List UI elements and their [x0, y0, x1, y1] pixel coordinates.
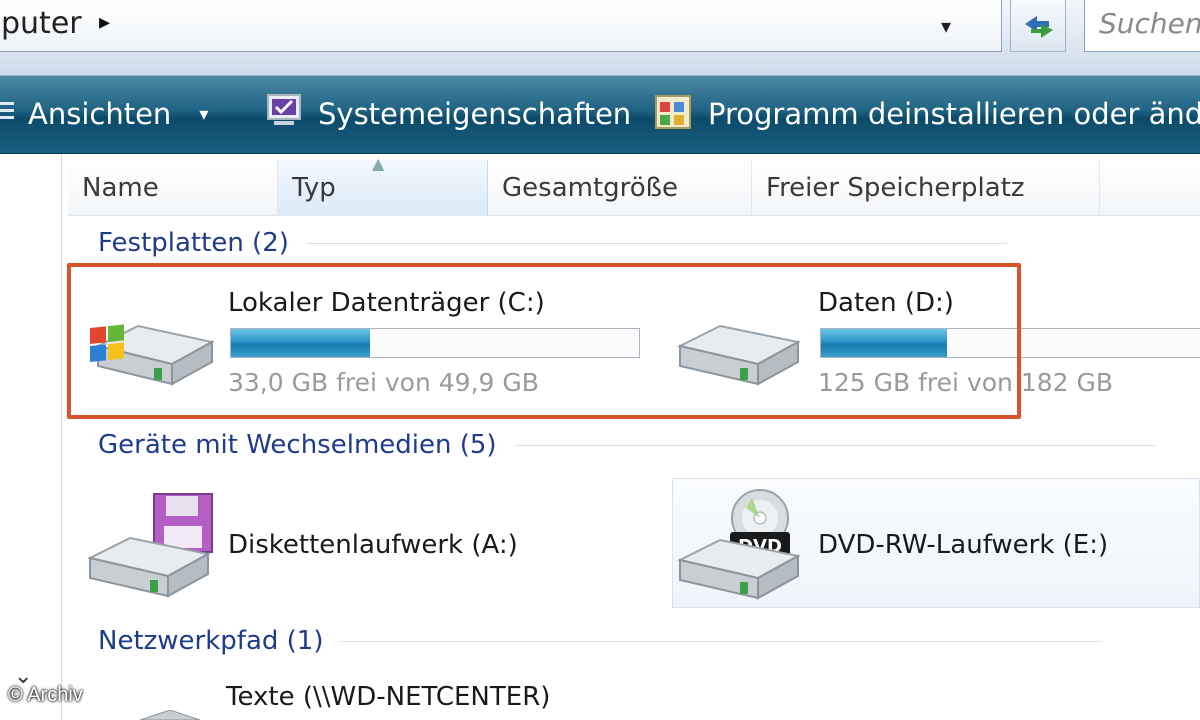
group-header-network-location[interactable]: Netzwerkpfad (1)	[98, 626, 1102, 656]
group-header-hard-disks[interactable]: Festplatten (2)	[98, 228, 1007, 258]
column-header-name[interactable]: Name	[68, 160, 278, 216]
floppy-drive-icon	[87, 493, 213, 598]
group-header-removable-media[interactable]: Geräte mit Wechselmedien (5)	[98, 430, 1155, 460]
search-input[interactable]: Suchen	[1084, 0, 1200, 52]
group-title: Netzwerkpfad (1)	[98, 626, 324, 656]
column-header-row: Name Typ Gesamtgröße Freier Speicherplat…	[68, 154, 1200, 216]
sort-ascending-icon: ▲	[372, 154, 385, 173]
drive-label: Texte (\\WD-NETCENTER)	[226, 682, 551, 712]
drive-label: Diskettenlaufwerk (A:)	[228, 530, 518, 560]
views-dropdown-icon[interactable]: ▾	[199, 104, 208, 125]
system-properties-button[interactable]: Systemeigenschaften	[262, 92, 631, 136]
breadcrumb-chevron-icon[interactable]: ▸	[99, 10, 110, 35]
address-bar: puter ▸ ▾ Suchen	[0, 0, 1200, 76]
views-button[interactable]: Ansichten ▾	[0, 92, 208, 136]
address-history-dropdown-icon[interactable]: ▾	[941, 14, 951, 38]
address-field[interactable]: puter ▸ ▾	[0, 0, 1002, 52]
group-divider	[514, 444, 1155, 446]
group-divider	[341, 640, 1102, 642]
group-title: Geräte mit Wechselmedien (5)	[98, 430, 497, 460]
dvd-drive-icon: DVD	[677, 489, 801, 600]
group-divider	[306, 242, 1007, 244]
refresh-arrows-icon	[1025, 16, 1053, 38]
views-icon	[0, 97, 16, 131]
drive-item-a[interactable]: Diskettenlaufwerk (A:)	[80, 486, 640, 606]
system-properties-label: Systemeigenschaften	[318, 97, 632, 131]
address-path[interactable]: puter	[1, 6, 82, 41]
column-header-total-size[interactable]: Gesamtgröße	[488, 160, 752, 216]
navigation-pane[interactable]: ⌄	[0, 154, 62, 720]
uninstall-program-icon	[652, 90, 696, 139]
refresh-button[interactable]	[1010, 0, 1066, 52]
system-properties-icon	[262, 91, 306, 138]
network-drive-icon	[140, 710, 200, 720]
uninstall-program-button[interactable]: Programm deinstallieren oder ände	[652, 92, 1200, 136]
drive-item-e[interactable]: DVD DVD-RW-Laufwerk (E:)	[672, 486, 1200, 606]
command-toolbar: Ansichten ▾ Systemeigenschaften Programm…	[0, 76, 1200, 154]
drive-label: DVD-RW-Laufwerk (E:)	[818, 530, 1109, 560]
uninstall-program-label: Programm deinstallieren oder ände	[708, 97, 1200, 131]
copyright-watermark: © Archiv	[8, 684, 83, 706]
network-drive-item[interactable]: Texte (\\WD-NETCENTER)	[80, 676, 680, 720]
search-placeholder: Suchen	[1099, 7, 1200, 40]
highlight-annotation-box	[67, 263, 1021, 419]
views-label: Ansichten	[28, 97, 172, 131]
group-title: Festplatten (2)	[98, 228, 289, 258]
column-header-free-space[interactable]: Freier Speicherplatz	[752, 160, 1100, 216]
